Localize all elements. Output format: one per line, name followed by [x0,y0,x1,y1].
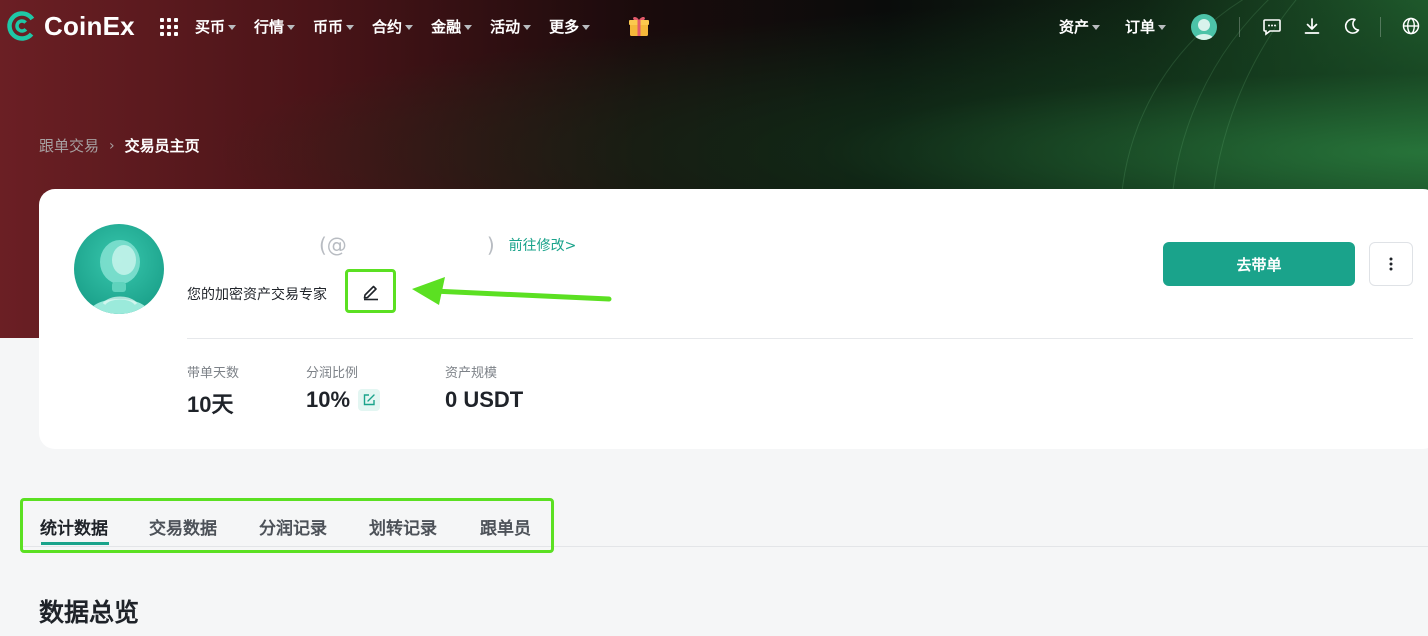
menu-label: 买币 [195,18,226,36]
menu-label: 活动 [490,18,521,36]
caret-down-icon [523,25,532,30]
caret-down-icon [346,25,355,30]
breadcrumb: 跟单交易 › 交易员主页 [39,135,200,156]
edit-ratio-button[interactable] [358,389,381,411]
moon-icon[interactable] [1342,16,1362,36]
tab-profit-records[interactable]: 分润记录 [259,514,327,539]
section-title: 数据总览 [39,598,140,627]
orders-menu[interactable]: 订单 [1125,16,1167,37]
pencil-icon [363,285,378,301]
tab-bar: 统计数据 交易数据 分润记录 划转记录 跟单员 [20,498,554,553]
user-avatar[interactable] [1191,14,1217,40]
menu-spot[interactable]: 币币 [313,16,355,37]
menu-finance[interactable]: 金融 [431,16,473,37]
stat-label: 带单天数 [187,366,240,381]
chevron-right-icon: › [109,137,115,154]
caret-down-icon [1092,25,1101,30]
stat-value-text: 10% [306,387,351,412]
brand-name: CoinEx [44,10,135,41]
top-nav: CoinEx 买币 行情 币币 合约 金融 活动 更多 资产 订单 [0,0,1428,54]
breadcrumb-copy-trading[interactable]: 跟单交易 [39,135,99,156]
menu-label: 行情 [254,18,285,36]
edit-bio-button[interactable] [345,269,396,313]
gift-icon[interactable] [627,14,651,38]
start-leading-button[interactable]: 去带单 [1163,242,1355,286]
annotation-arrow [412,277,612,305]
globe-icon[interactable] [1401,16,1421,36]
menu-activities[interactable]: 活动 [490,16,532,37]
handle-open: (@ [319,233,347,257]
edit-square-icon [363,394,375,406]
caret-down-icon [228,25,237,30]
menu-label: 金融 [431,18,462,36]
logo[interactable]: CoinEx [6,10,135,42]
caret-down-icon [582,25,591,30]
stat-value: 10% [306,387,381,413]
stat-value: 10天 [187,387,239,419]
tab-transfer-records[interactable]: 划转记录 [369,514,437,539]
stat-value-text: 10天 [187,392,234,417]
edit-name-link[interactable]: 前往修改> [509,235,577,255]
menu-buy-crypto[interactable]: 买币 [195,16,237,37]
assets-menu[interactable]: 资产 [1059,16,1101,37]
orders-label: 订单 [1125,18,1156,36]
more-options-button[interactable] [1369,242,1413,286]
robot-avatar-icon [88,240,150,314]
nav-divider [1239,17,1240,37]
menu-label: 合约 [372,18,403,36]
more-vertical-icon [1389,257,1393,271]
stat-asset-size: 资产规模 0 USDT [445,362,523,413]
stat-label: 分润比例 [306,366,359,381]
tab-trading-data[interactable]: 交易数据 [149,514,217,539]
download-icon[interactable] [1302,16,1322,36]
tab-followers[interactable]: 跟单员 [480,514,531,539]
stat-label: 资产规模 [445,366,498,381]
stat-value: 0 USDT [445,387,523,413]
caret-down-icon [464,25,473,30]
menu-label: 币币 [313,18,344,36]
menu-futures[interactable]: 合约 [372,16,414,37]
breadcrumb-current: 交易员主页 [124,137,200,155]
caret-down-icon [1158,25,1167,30]
stat-value-text: 0 USDT [445,387,524,412]
handle-close: ) [486,233,495,257]
trader-bio: 您的加密资产交易专家 [187,287,327,303]
main-menu: 买币 行情 币币 合约 金融 活动 更多 [195,16,591,37]
message-icon[interactable] [1262,16,1282,36]
stat-profit-share: 分润比例 10% [306,362,381,413]
active-tab-indicator [41,542,109,545]
nav-divider [1380,17,1381,37]
caret-down-icon [287,25,296,30]
caret-down-icon [405,25,414,30]
assets-label: 资产 [1059,18,1090,36]
stat-lead-days: 带单天数 10天 [187,362,239,419]
tab-statistics[interactable]: 统计数据 [40,514,108,539]
trader-profile-card: (@ ) 前往修改> 您的加密资产交易专家 带单天数 10天 分润比例 10% [39,189,1428,449]
user-avatar-icon [1194,19,1214,40]
menu-more[interactable]: 更多 [549,16,591,37]
card-divider [187,338,1413,339]
coinex-logo-icon [7,11,37,41]
apps-grid-icon[interactable] [160,18,178,36]
menu-markets[interactable]: 行情 [254,16,296,37]
menu-label: 更多 [549,18,580,36]
trader-name: (@ ) 前往修改> [187,233,576,257]
trader-avatar [74,224,164,314]
